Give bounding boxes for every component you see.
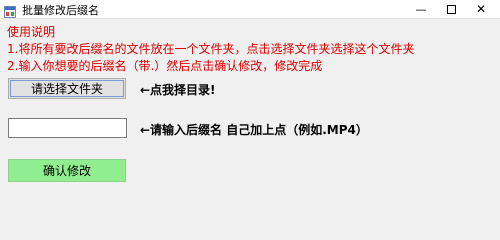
- maximize-button[interactable]: [436, 0, 466, 18]
- instruction-line-2: 2.输入你想要的后缀名（带.）然后点击确认修改，修改完成: [7, 59, 323, 73]
- instruction-line-1: 1.将所有要改后缀名的文件放在一个文件夹，点击选择文件夹选择这个文件夹: [7, 42, 415, 56]
- close-icon: ✕: [475, 2, 487, 16]
- close-button[interactable]: ✕: [466, 0, 496, 18]
- app-icon: [4, 3, 16, 18]
- select-folder-hint: ←点我择目录!: [140, 83, 216, 97]
- suffix-hint: ←请输入后缀名 自己加上点（例如.MP4）: [140, 123, 368, 137]
- confirm-button[interactable]: 确认修改: [8, 159, 126, 182]
- confirm-label: 确认修改: [42, 164, 91, 178]
- select-folder-label: 请选择文件夹: [30, 82, 103, 96]
- suffix-input[interactable]: [8, 118, 127, 138]
- window-title: 批量修改后缀名: [22, 4, 99, 17]
- select-folder-button[interactable]: 请选择文件夹: [8, 78, 126, 99]
- title-bar: 批量修改后缀名 — ✕: [0, 0, 500, 19]
- minimize-button[interactable]: —: [406, 0, 436, 18]
- maximize-icon: [446, 4, 456, 14]
- minimize-icon: —: [415, 2, 427, 16]
- instructions-heading: 使用说明: [7, 25, 56, 39]
